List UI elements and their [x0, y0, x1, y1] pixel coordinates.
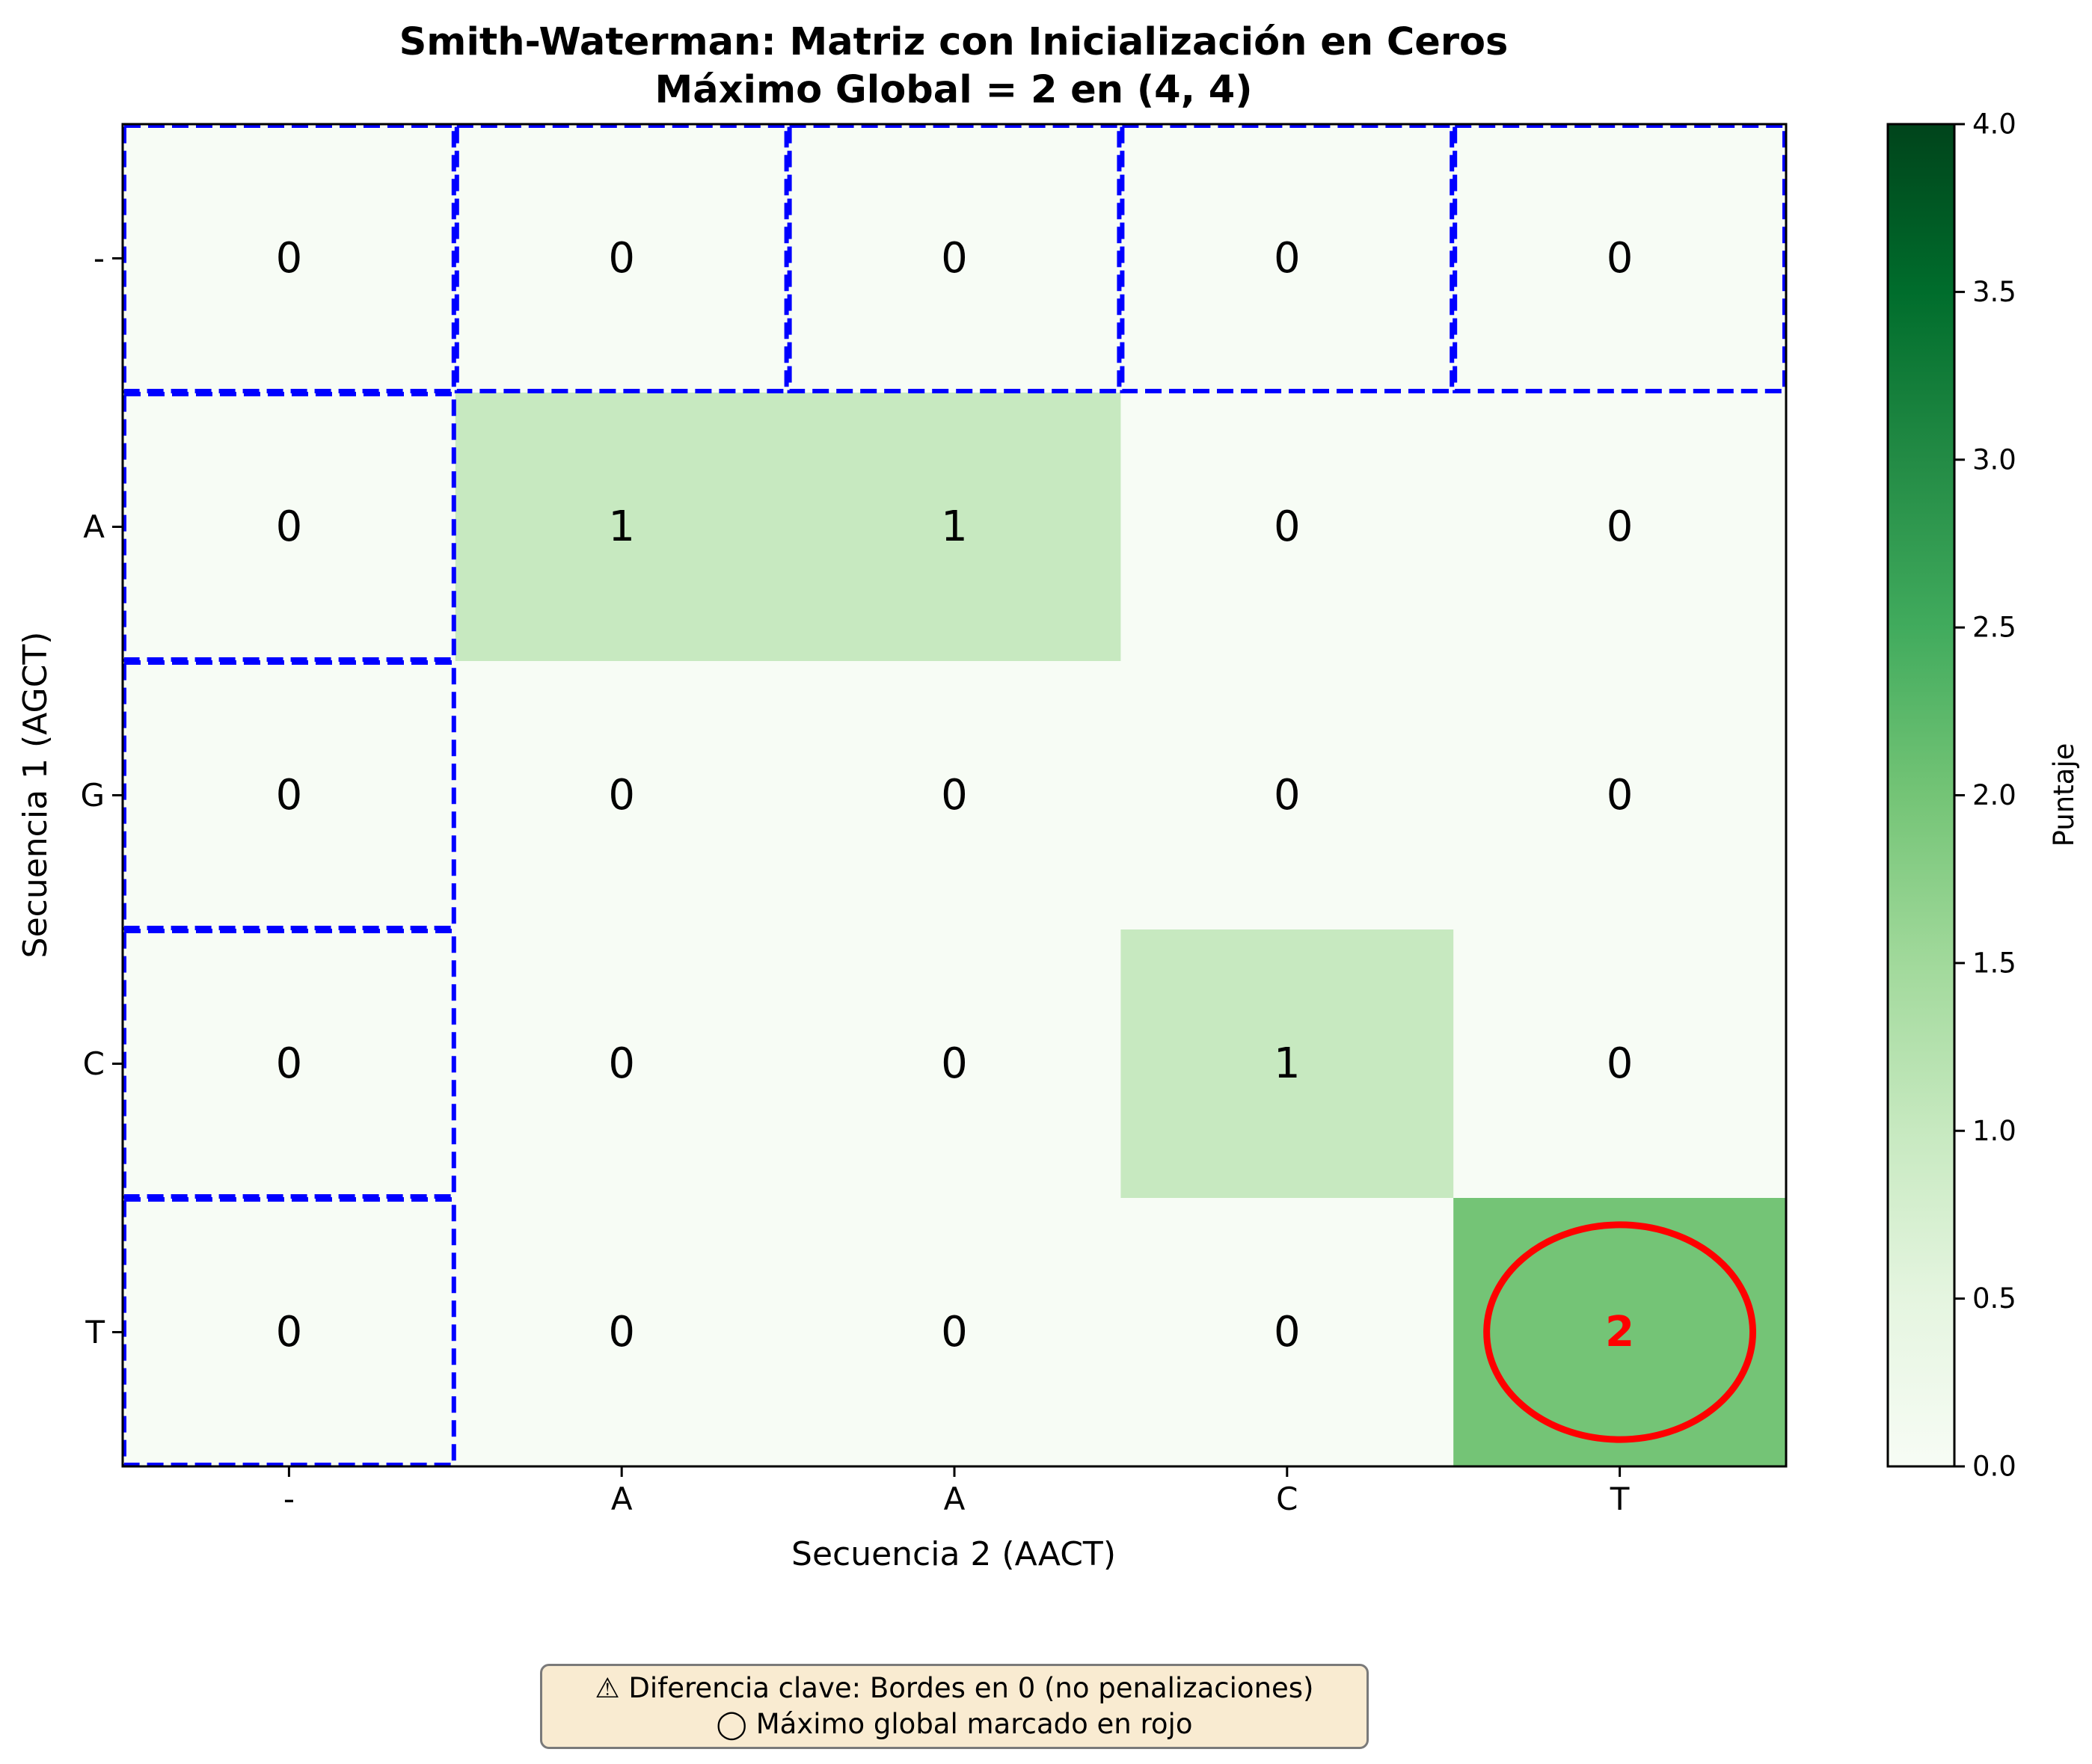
cell-label-1-3: 0 — [1274, 503, 1301, 551]
cell-label-2-0: 0 — [276, 771, 303, 820]
x-tick-label-0: - — [283, 1481, 295, 1517]
note-line-1: ⚠ Diferencia clave: Bordes en 0 (no pena… — [595, 1672, 1314, 1704]
x-tick-label-1: A — [611, 1481, 633, 1517]
cell-label-4-4: 2 — [1605, 1308, 1634, 1356]
cell-label-2-3: 0 — [1274, 771, 1301, 820]
note-box: ⚠ Diferencia clave: Bordes en 0 (no pena… — [540, 1664, 1369, 1749]
x-tick-label-2: A — [944, 1481, 966, 1517]
colorbar-tick-label-2: 1.0 — [1972, 1115, 2016, 1147]
note-line-2: ◯ Máximo global marcado en rojo — [716, 1708, 1193, 1740]
y-axis-ticks: - A G C T — [80, 240, 123, 1350]
cell-label-1-0: 0 — [276, 503, 303, 551]
y-tick-label-1: A — [83, 508, 105, 545]
colorbar: 0.0 0.5 1.0 1.5 2.0 2.5 3.0 3.5 4.0 Puntaje — [1886, 108, 2080, 1483]
cell-label-2-2: 0 — [941, 771, 968, 820]
cell-label-3-3: 1 — [1274, 1039, 1301, 1088]
cell-label-3-4: 0 — [1607, 1039, 1634, 1088]
cell-label-0-2: 0 — [941, 234, 968, 283]
chart-subtitle: Máximo Global = 2 en (4, 4) — [654, 68, 1252, 112]
colorbar-tick-label-1: 0.5 — [1972, 1282, 2016, 1315]
cell-label-4-2: 0 — [941, 1308, 968, 1356]
cell-label-4-0: 0 — [276, 1308, 303, 1356]
heatmap-chart: Smith-Waterman: Matriz con Inicializació… — [16, 20, 2080, 1573]
y-tick-label-4: T — [85, 1314, 105, 1350]
cell-label-3-1: 0 — [608, 1039, 635, 1088]
y-tick-label-3: C — [83, 1045, 105, 1082]
y-axis-label: Secuencia 1 (AGCT) — [16, 632, 55, 959]
cell-label-0-3: 0 — [1274, 234, 1301, 283]
cell-label-4-1: 0 — [608, 1308, 635, 1356]
y-tick-label-0: - — [93, 240, 105, 277]
cell-label-0-4: 0 — [1607, 234, 1634, 283]
cell-label-3-0: 0 — [276, 1039, 303, 1088]
colorbar-tick-label-6: 3.0 — [1972, 443, 2016, 476]
y-tick-label-2: G — [80, 777, 105, 814]
x-tick-label-3: C — [1276, 1481, 1298, 1517]
colorbar-gradient — [1886, 123, 1956, 1468]
cell-label-2-4: 0 — [1607, 771, 1634, 820]
cell-label-1-4: 0 — [1607, 503, 1634, 551]
x-axis-ticks: -AACT — [283, 1466, 1630, 1517]
colorbar-tick-label-5: 2.5 — [1972, 612, 2016, 644]
x-tick-label-4: T — [1610, 1481, 1630, 1517]
cell-label-1-2: 1 — [941, 503, 968, 551]
cell-label-2-1: 0 — [608, 771, 635, 820]
cell-label-3-2: 0 — [941, 1039, 968, 1088]
cell-label-4-3: 0 — [1274, 1308, 1301, 1356]
colorbar-label: Puntaje — [2048, 743, 2080, 847]
cell-label-1-1: 1 — [608, 503, 635, 551]
colorbar-tick-label-3: 1.5 — [1972, 947, 2016, 979]
colorbar-ticks: 0.0 0.5 1.0 1.5 2.0 2.5 3.0 3.5 4.0 — [1954, 108, 2016, 1483]
colorbar-tick-label-4: 2.0 — [1972, 779, 2016, 811]
cell-label-0-0: 0 — [276, 234, 303, 283]
chart-title: Smith-Waterman: Matriz con Inicializació… — [399, 20, 1509, 64]
colorbar-tick-label-7: 3.5 — [1972, 276, 2016, 308]
colorbar-tick-label-8: 4.0 — [1972, 108, 2016, 141]
cell-label-0-1: 0 — [608, 234, 635, 283]
x-axis-label: Secuencia 2 (AACT) — [791, 1535, 1116, 1573]
colorbar-tick-label-0: 0.0 — [1972, 1451, 2016, 1483]
